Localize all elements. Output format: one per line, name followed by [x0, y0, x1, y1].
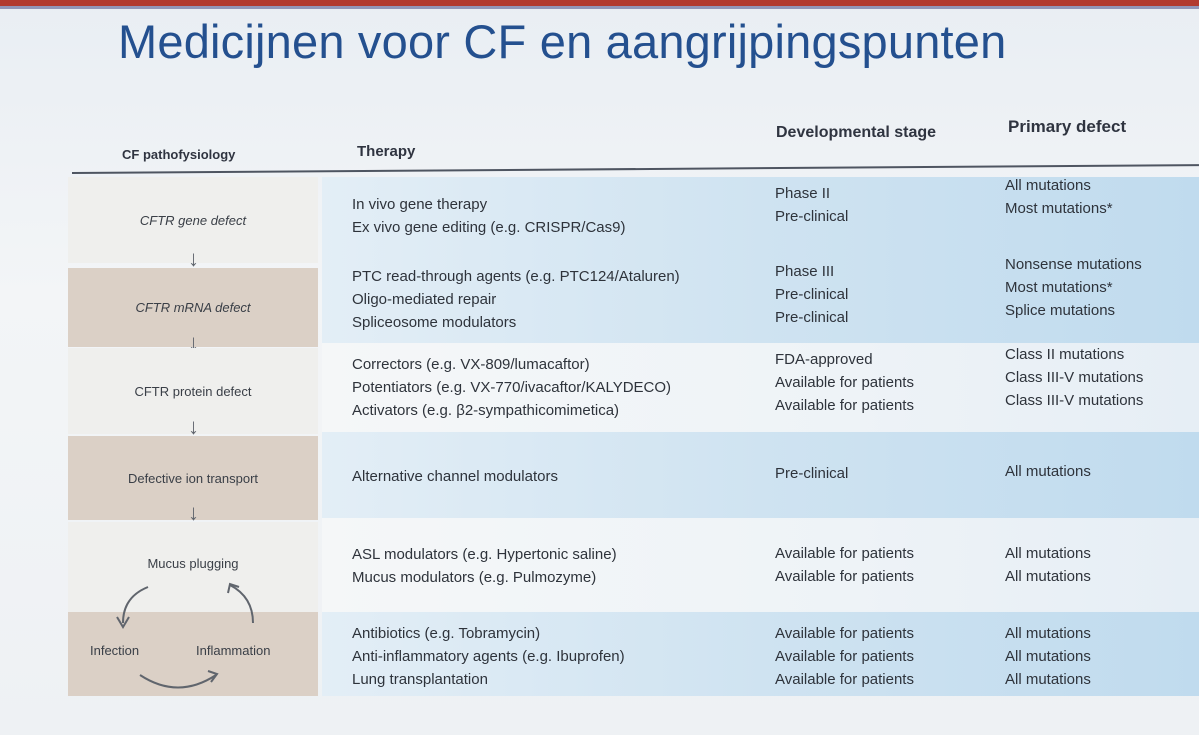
- therapy-item: In vivo gene therapy: [352, 196, 488, 213]
- defect-item: Class III-V mutations: [1005, 369, 1144, 386]
- therapy-item: Correctors (e.g. VX-809/lumacaftor): [352, 356, 590, 373]
- defect-item: All mutations: [1005, 625, 1091, 642]
- slide-title: Medicijnen voor CF en aangrijpingspunten: [118, 15, 1007, 68]
- therapy-item: Ex vivo gene editing (e.g. CRISPR/Cas9): [352, 219, 626, 236]
- defect-item: All mutations: [1005, 671, 1091, 688]
- defect-item: All mutations: [1005, 545, 1091, 562]
- defect-cell: All mutations Most mutations*: [1005, 174, 1113, 220]
- defect-item: All mutations: [1005, 568, 1091, 585]
- stage-item: Pre-clinical: [775, 208, 849, 225]
- therapy-item: Potentiators (e.g. VX-770/ivacaftor/KALY…: [352, 379, 672, 396]
- stage-item: Available for patients: [775, 568, 914, 585]
- therapy-cell: PTC read-through agents (e.g. PTC124/Ata…: [352, 265, 680, 334]
- stage-item: Available for patients: [775, 648, 914, 665]
- stage-cell: Pre-clinical: [775, 462, 848, 485]
- stage-item: Pre-clinical: [775, 309, 849, 326]
- stage-item: Available for patients: [775, 545, 914, 562]
- patho-label: Defective ion transport: [127, 470, 259, 486]
- therapy-item: Lung transplantation: [352, 671, 488, 688]
- therapy-item: Alternative channel modulators: [352, 468, 558, 485]
- header-primary-defect: Primary defect: [1008, 117, 1127, 136]
- header-pathophysiology: CF pathofysiology: [122, 147, 236, 162]
- stage-cell: Available for patients Available for pat…: [775, 542, 914, 588]
- therapy-item: ASL modulators (e.g. Hypertonic saline): [352, 546, 617, 563]
- defect-item: Class III-V mutations: [1005, 392, 1144, 409]
- stage-cell: Available for patients Available for pat…: [775, 622, 914, 691]
- therapy-cell: In vivo gene therapy Ex vivo gene editin…: [352, 193, 625, 239]
- stage-cell: Phase II Pre-clinical: [775, 182, 848, 228]
- therapy-item: Spliceosome modulators: [352, 314, 517, 331]
- patho-label: CFTR mRNA defect: [135, 300, 251, 315]
- header-rule: [71, 164, 1199, 174]
- therapy-cell: Correctors (e.g. VX-809/lumacaftor) Pote…: [352, 353, 671, 422]
- defect-cell: All mutations All mutations All mutation…: [1005, 622, 1091, 691]
- therapy-item: Antibiotics (e.g. Tobramycin): [352, 625, 541, 642]
- defect-item: Most mutations*: [1005, 279, 1113, 296]
- stage-item: Pre-clinical: [775, 465, 849, 482]
- stage-item: Available for patients: [775, 374, 914, 391]
- stage-item: Available for patients: [775, 625, 914, 642]
- header-developmental-stage: Developmental stage: [776, 124, 937, 141]
- stage-item: Pre-clinical: [775, 286, 849, 303]
- therapy-item: Mucus modulators (e.g. Pulmozyme): [352, 569, 597, 586]
- patho-label: CFTR protein defect: [134, 383, 252, 399]
- therapy-item: Oligo-mediated repair: [352, 291, 497, 308]
- defect-item: Splice mutations: [1005, 302, 1116, 319]
- stage-cell: Phase III Pre-clinical Pre-clinical: [775, 260, 848, 329]
- stage-item: Available for patients: [775, 671, 914, 688]
- defect-cell: All mutations All mutations: [1005, 542, 1091, 588]
- defect-cell: Nonsense mutations Most mutations* Splic…: [1005, 253, 1142, 322]
- stage-item: Phase III: [775, 263, 835, 280]
- patho-label: CFTR gene defect: [139, 212, 247, 228]
- therapy-cell: ASL modulators (e.g. Hypertonic saline) …: [352, 543, 617, 589]
- therapy-item: PTC read-through agents (e.g. PTC124/Ata…: [352, 268, 680, 285]
- defect-cell: All mutations: [1005, 460, 1091, 483]
- patho-label: Mucus plugging: [147, 556, 239, 571]
- stage-cell: FDA-approved Available for patients Avai…: [775, 348, 914, 417]
- top-accent-bar-secondary: [0, 6, 1199, 9]
- defect-item: All mutations: [1005, 648, 1091, 665]
- defect-cell: Class II mutations Class III-V mutations…: [1005, 343, 1143, 412]
- defect-item: All mutations: [1005, 177, 1091, 194]
- defect-item: Class II mutations: [1005, 346, 1125, 363]
- therapy-item: Anti-inflammatory agents (e.g. Ibuprofen…: [352, 648, 625, 665]
- stage-item: FDA-approved: [775, 351, 873, 368]
- therapy-cell: Alternative channel modulators: [352, 465, 558, 488]
- defect-item: All mutations: [1005, 463, 1091, 480]
- stage-item: Available for patients: [775, 397, 914, 414]
- cycle-arrows-icon: [116, 582, 254, 689]
- stage-item: Phase II: [775, 185, 831, 202]
- therapy-item: Activators (e.g. β2-sympathicomimetica): [352, 402, 620, 419]
- defect-item: Nonsense mutations: [1005, 256, 1142, 273]
- defect-item: Most mutations*: [1005, 200, 1113, 217]
- header-therapy: Therapy: [357, 143, 416, 160]
- therapy-cell: Antibiotics (e.g. Tobramycin) Anti-infla…: [352, 622, 625, 691]
